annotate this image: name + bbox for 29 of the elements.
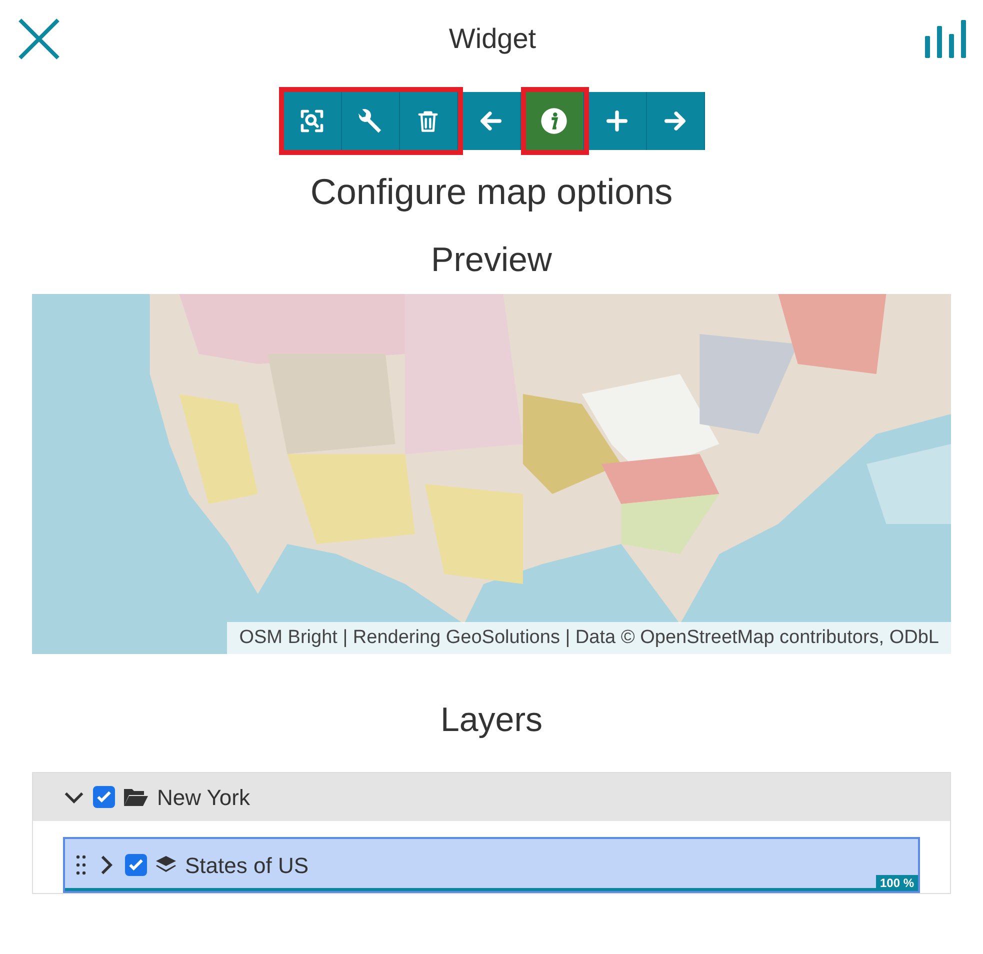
toolbar-button[interactable] [342,92,400,150]
page-heading: Configure map options [310,170,673,214]
zoom-extent-icon [299,108,325,134]
info-icon [540,107,568,135]
layer-group-name: New York [157,784,250,812]
layer-group-row[interactable]: New York [33,773,950,821]
toolbar-button[interactable] [462,92,520,150]
wrench-icon [357,108,383,134]
checkmark-icon [129,859,143,871]
window-title: Widget [448,22,536,56]
bar-chart-icon[interactable] [923,18,967,60]
toolbar-button[interactable] [284,92,342,150]
toolbar-button[interactable] [400,92,458,150]
progress-reading: 100 % [876,875,918,891]
toolbar-button[interactable] [646,92,704,150]
drag-handle-icon[interactable] [75,854,87,876]
layers-heading: Layers [440,700,543,741]
layers-icon [155,855,177,875]
folder-icon [123,786,149,808]
plus-icon [604,108,630,134]
layer-row[interactable]: States of US 100 % [63,837,920,893]
checkbox[interactable] [125,854,147,876]
checkbox[interactable] [93,786,115,808]
map-attribution: OSM Bright | Rendering GeoSolutions | Data © OpenStreetMap contributors, ODbL [227,622,951,654]
checkmark-icon [97,791,111,803]
close-icon[interactable] [16,16,62,62]
preview-heading: Preview [431,240,552,281]
layer-name: States of US [185,852,309,880]
toolbar-button[interactable] [588,92,646,150]
